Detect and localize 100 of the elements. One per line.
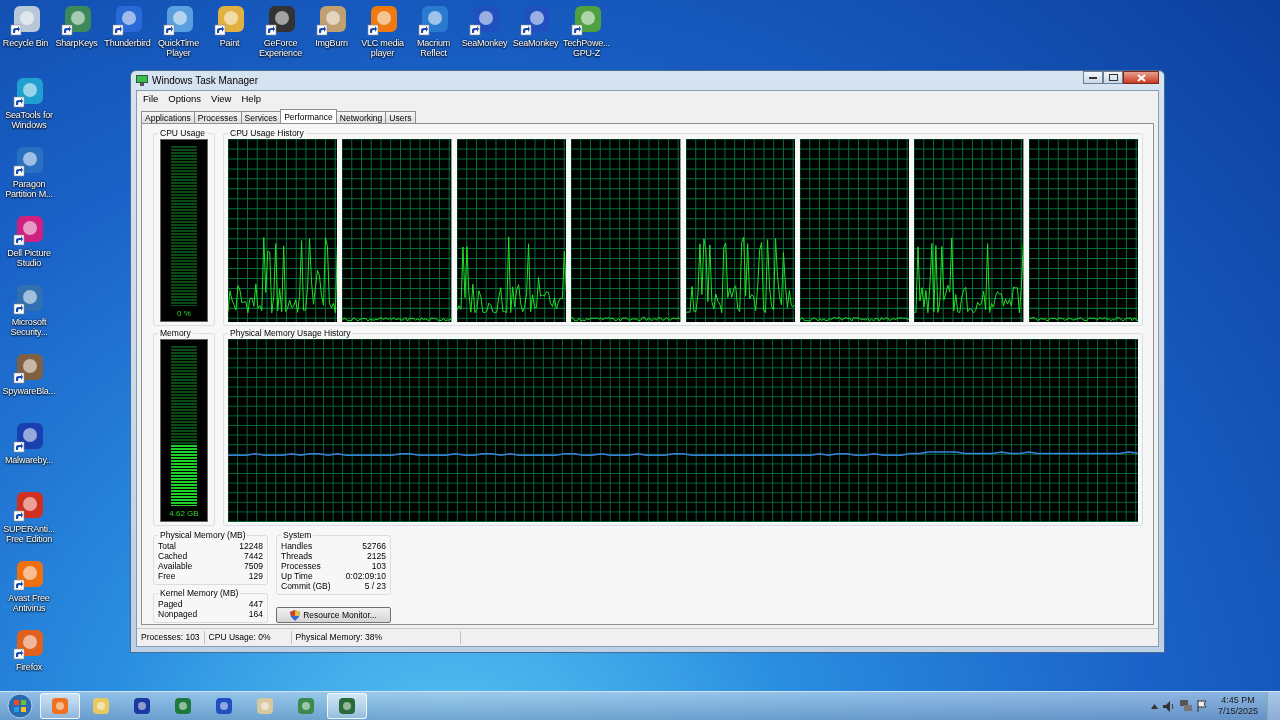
stat-label: Paged [158, 599, 183, 609]
stat-value: 7442 [244, 551, 263, 561]
stat-label: Threads [281, 551, 313, 561]
chevron-icon[interactable] [1150, 703, 1158, 709]
shortcut-icon[interactable] [162, 4, 195, 36]
shield-icon [290, 609, 301, 621]
icon-label[interactable]: Firefox [0, 662, 58, 672]
icon-label[interactable]: Avast Free Antivirus [0, 593, 58, 613]
stat-label: Available [158, 561, 193, 571]
maximize-button[interactable] [1103, 71, 1123, 84]
tab[interactable]: Performance [280, 109, 337, 123]
shortcut-icon[interactable] [13, 214, 45, 246]
clock-date[interactable]: 7/15/2025 [1217, 706, 1258, 717]
start-button[interactable] [7, 693, 33, 719]
shortcut-icon[interactable] [13, 352, 45, 384]
resource-monitor-button[interactable]: Resource Monitor... [276, 607, 391, 623]
clock-time[interactable]: 4:45 PM [1221, 695, 1255, 706]
group-title: CPU Usage [159, 129, 206, 138]
icon-label[interactable]: Paragon Partition M... [0, 179, 58, 199]
taskbar-button[interactable] [327, 693, 367, 719]
icon-label[interactable]: SeaTools for Windows [0, 110, 58, 130]
shortcut-icon[interactable] [519, 4, 552, 36]
tab[interactable]: Services [240, 111, 282, 123]
shortcut-icon[interactable] [570, 4, 603, 36]
group-title: CPU Usage History [229, 129, 305, 138]
shortcut-icon[interactable] [13, 76, 45, 108]
window-title: Windows Task Manager [152, 75, 258, 86]
icon-label[interactable]: Malwareby... [0, 455, 58, 465]
status-text: CPU Usage: 0% [204, 631, 292, 644]
shortcut-icon[interactable] [315, 4, 348, 36]
stat-label: Nonpaged [158, 609, 198, 619]
group-title: System [282, 531, 313, 540]
network-icon[interactable] [1179, 700, 1192, 712]
stat-label: Total [158, 541, 176, 551]
flag-icon[interactable] [1196, 700, 1207, 712]
stat-value: 0:02:09:10 [345, 571, 386, 581]
shortcut-icon[interactable] [213, 4, 246, 36]
stat-value: 7509 [244, 561, 263, 571]
stat-label: Up Time [281, 571, 313, 581]
stat-value: 164 [248, 609, 263, 619]
icon-label[interactable]: QuickTime Player [153, 38, 204, 58]
icon-label[interactable]: VLC media player [357, 38, 408, 58]
icon-label[interactable]: TechPowe... GPU-Z [561, 38, 612, 58]
icon-label[interactable]: Paint [204, 38, 255, 48]
shortcut-icon[interactable] [13, 490, 45, 522]
icon-label[interactable]: Dell Picture Studio [0, 248, 58, 268]
status-text: Processes: 103 [137, 631, 205, 644]
shortcut-icon[interactable] [366, 4, 399, 36]
stat-label: Cached [158, 551, 188, 561]
tab[interactable]: Applications [141, 111, 195, 123]
icon-label[interactable]: Thunderbird [102, 38, 153, 48]
icon-label[interactable]: SeaMonkey [510, 38, 561, 48]
group-title: Kernel Memory (MB) [159, 589, 240, 598]
minimize-button[interactable] [1083, 71, 1103, 84]
meter-reading: 0 % [176, 309, 192, 318]
status-text: Physical Memory: 38% [291, 631, 461, 644]
shortcut-icon[interactable] [111, 4, 144, 36]
group-title: Physical Memory Usage History [229, 329, 352, 338]
close-icon [1136, 73, 1146, 82]
tab[interactable]: Processes [193, 111, 242, 123]
menu-item[interactable]: File [139, 93, 163, 104]
stat-value: 447 [248, 599, 263, 609]
shortcut-icon[interactable] [13, 283, 45, 315]
icon-label[interactable]: SharpKeys [51, 38, 102, 48]
menu-item[interactable]: Options [164, 93, 206, 104]
group-title: Memory [159, 329, 192, 338]
stat-value: 103 [371, 561, 386, 571]
meter-reading: 4.62 GB [168, 509, 200, 518]
shortcut-icon[interactable] [264, 4, 297, 36]
tab[interactable]: Users [385, 111, 416, 123]
shortcut-icon[interactable] [9, 4, 42, 36]
stat-label: Commit (GB) [281, 581, 331, 591]
stat-label: Processes [281, 561, 321, 571]
taskbar-button[interactable] [40, 693, 80, 719]
shortcut-icon[interactable] [468, 4, 501, 36]
stat-value: 2125 [367, 551, 386, 561]
stat-label: Free [158, 571, 176, 581]
shortcut-icon[interactable] [60, 4, 93, 36]
icon-label[interactable]: GeForce Experience [255, 38, 306, 58]
icon-label[interactable]: Macrium Reflect [408, 38, 459, 58]
shortcut-icon[interactable] [417, 4, 450, 36]
stat-value: 52766 [362, 541, 386, 551]
icon-label[interactable]: ImgBurn [306, 38, 357, 48]
speaker-icon[interactable] [1162, 700, 1175, 712]
icon-label[interactable]: SUPERAnti... Free Edition [0, 524, 58, 544]
stat-value: 5 / 23 [364, 581, 386, 591]
icon-label[interactable]: SeaMonkey [459, 38, 510, 48]
maximize-icon [1108, 74, 1118, 81]
icon-label[interactable]: Microsoft Security... [0, 317, 58, 337]
tab[interactable]: Networking [335, 111, 387, 123]
shortcut-icon[interactable] [13, 421, 45, 453]
icon-label[interactable]: Recycle Bin [0, 38, 51, 48]
stat-value: 12248 [239, 541, 263, 551]
icon-label[interactable]: SpywareBla... [0, 386, 58, 396]
shortcut-icon[interactable] [13, 145, 45, 177]
menu-item[interactable]: Help [237, 93, 266, 104]
close-button[interactable] [1123, 71, 1159, 84]
minimize-icon [1089, 76, 1097, 79]
group-title: Physical Memory (MB) [159, 531, 247, 540]
menu-item[interactable]: View [207, 93, 236, 104]
